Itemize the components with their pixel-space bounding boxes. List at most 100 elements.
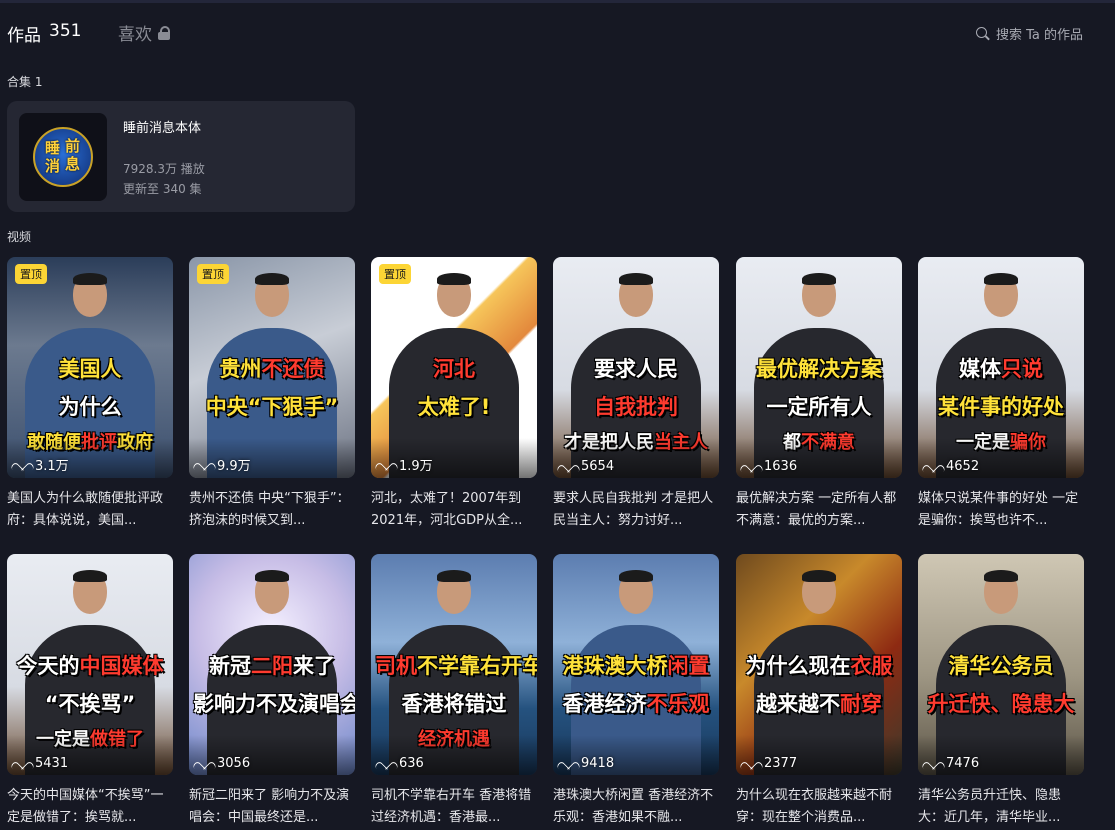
video-card[interactable]: 港珠澳大桥闲置 香港经济不乐观 9418 港珠澳大桥闲置 香港经济不乐观：香港如果不融… bbox=[553, 554, 719, 829]
like-count: 3056 bbox=[197, 756, 250, 771]
presenter bbox=[790, 570, 848, 642]
video-thumbnail[interactable]: 美国人为什么敢随便批评政府置顶3.1万 bbox=[7, 257, 173, 478]
like-count: 4652 bbox=[926, 459, 979, 474]
video-title[interactable]: 港珠澳大桥闲置 香港经济不乐观：香港如果不融... bbox=[553, 785, 719, 829]
thumbnail-caption: 港珠澳大桥闲置 bbox=[557, 654, 715, 678]
caption-segment: 衣服 bbox=[850, 654, 893, 678]
video-card[interactable]: 新冠二阳来了 影响力不及演唱会 3056 新冠二阳来了 影响力不及演唱会：中国最终还是… bbox=[189, 554, 355, 829]
video-title[interactable]: 河北，太难了！2007年到2021年，河北GDP从全... bbox=[371, 488, 537, 532]
caption-segment: 不学靠右开车 bbox=[417, 654, 537, 678]
video-thumbnail[interactable]: 要求人民自我批判才是把人民当主人5654 bbox=[553, 257, 719, 478]
thumbnail-caption: 清华公务员 bbox=[922, 654, 1080, 678]
video-title[interactable]: 今天的中国媒体“不挨骂”一定是做错了：挨骂就... bbox=[7, 785, 173, 829]
presenter bbox=[61, 570, 119, 642]
like-count-value: 4652 bbox=[946, 459, 980, 474]
like-count-value: 1636 bbox=[764, 459, 798, 474]
video-card[interactable]: 今天的中国媒体“不挨骂”一定是做错了5431 今天的中国媒体“不挨骂”一定是做错了… bbox=[7, 554, 173, 829]
video-thumbnail[interactable]: 媒体只说某件事的好处一定是骗你4652 bbox=[918, 257, 1084, 478]
caption-segment: 美国人 bbox=[58, 357, 122, 381]
video-title[interactable]: 贵州不还债 中央“下狠手”：挤泡沫的时候又到... bbox=[189, 488, 355, 532]
caption-segment: 新冠 bbox=[209, 654, 251, 678]
video-thumbnail[interactable]: 河北 太难了! 置顶 1.9万 bbox=[371, 257, 537, 478]
caption-segment: 一定所有人 bbox=[766, 395, 872, 419]
video-title[interactable]: 为什么现在衣服越来越不耐穿：现在整个消费品... bbox=[736, 785, 902, 829]
thumbnail-caption: 中央“下狠手” bbox=[193, 395, 351, 419]
caption-segment: 香港经济 bbox=[562, 692, 647, 716]
thumbnail-caption: 美国人 bbox=[11, 357, 169, 381]
video-card[interactable]: 最优解决方案一定所有人都不满意1636 最优解决方案 一定所有人都不满意：最优的方… bbox=[736, 257, 902, 532]
presenter bbox=[972, 273, 1030, 345]
video-title[interactable]: 清华公务员升迁快、隐患大：近几年，清华毕业... bbox=[918, 785, 1084, 829]
video-title[interactable]: 新冠二阳来了 影响力不及演唱会：中国最终还是... bbox=[189, 785, 355, 829]
caption-segment: “不挨骂” bbox=[44, 692, 136, 716]
videos-label: 视频 bbox=[7, 230, 32, 244]
tab-works[interactable]: 作品 351 bbox=[7, 21, 81, 46]
caption-segment: 太难了! bbox=[417, 395, 491, 419]
tab-likes-label: 喜欢 bbox=[118, 25, 152, 45]
like-count: 9.9万 bbox=[197, 455, 251, 474]
thumbnail-caption: 司机不学靠右开车 bbox=[375, 654, 537, 678]
video-thumbnail[interactable]: 今天的中国媒体“不挨骂”一定是做错了5431 bbox=[7, 554, 173, 775]
caption-segment: 为什么 bbox=[58, 395, 122, 419]
like-count-value: 5431 bbox=[35, 756, 69, 771]
heart-icon bbox=[15, 458, 29, 471]
video-card[interactable]: 清华公务员 升迁快、隐患大 7476 清华公务员升迁快、隐患大：近几年，清华毕业... bbox=[918, 554, 1084, 829]
like-count: 3.1万 bbox=[15, 455, 69, 474]
like-count: 636 bbox=[379, 756, 424, 771]
thumbnail-caption: 越来越不耐穿 bbox=[740, 692, 898, 716]
caption-segment: 升迁快、隐患大 bbox=[927, 692, 1075, 716]
pinned-badge: 置顶 bbox=[197, 264, 229, 284]
video-title[interactable]: 最优解决方案 一定所有人都不满意：最优的方案... bbox=[736, 488, 902, 532]
presenter bbox=[425, 570, 483, 642]
thumbnail-caption: 香港经济不乐观 bbox=[557, 692, 715, 716]
caption-segment: 司机 bbox=[375, 654, 417, 678]
video-thumbnail[interactable]: 清华公务员 升迁快、隐患大 7476 bbox=[918, 554, 1084, 775]
video-title[interactable]: 媒体只说某件事的好处 一定是骗你：挨骂也许不... bbox=[918, 488, 1084, 532]
like-count-value: 636 bbox=[399, 756, 424, 771]
video-card[interactable]: 为什么现在衣服 越来越不耐穿 2377 为什么现在衣服越来越不耐穿：现在整个消费品..… bbox=[736, 554, 902, 829]
video-thumbnail[interactable]: 司机不学靠右开车香港将错过经济机遇636 bbox=[371, 554, 537, 775]
video-card[interactable]: 贵州不还债中央“下狠手” 置顶 9.9万贵州不还债 中央“下狠手”：挤泡沫的时候又到… bbox=[189, 257, 355, 532]
thumbnail-caption: “不挨骂” bbox=[11, 692, 169, 716]
presenter bbox=[243, 273, 301, 345]
top-bar bbox=[0, 0, 1115, 3]
caption-segment: 河北 bbox=[433, 357, 475, 381]
video-thumbnail[interactable]: 港珠澳大桥闲置 香港经济不乐观 9418 bbox=[553, 554, 719, 775]
collection-title: 睡前消息本体 bbox=[123, 121, 202, 136]
video-thumbnail[interactable]: 新冠二阳来了 影响力不及演唱会 3056 bbox=[189, 554, 355, 775]
caption-segment: 最优解决方案 bbox=[756, 357, 882, 381]
video-title[interactable]: 美国人为什么敢随便批评政府：具体说说，美国... bbox=[7, 488, 173, 532]
thumbnail-caption: 为什么现在衣服 bbox=[740, 654, 898, 678]
caption-segment: 影响力不及演唱会 bbox=[193, 692, 355, 716]
video-card[interactable]: 司机不学靠右开车香港将错过经济机遇636 司机不学靠右开车 香港将错过经济机遇：香… bbox=[371, 554, 537, 829]
video-card[interactable]: 河北 太难了! 置顶 1.9万 河北，太难了！2007年到2021年，河北GDP从全..… bbox=[371, 257, 537, 532]
video-card[interactable]: 媒体只说某件事的好处一定是骗你4652 媒体只说某件事的好处 一定是骗你：挨骂也许… bbox=[918, 257, 1084, 532]
video-card[interactable]: 美国人为什么敢随便批评政府置顶3.1万美国人为什么敢随便批评政府：具体说说，美国… bbox=[7, 257, 173, 532]
thumbnail-caption: 贵州不还债 bbox=[193, 357, 351, 381]
search-works[interactable]: 搜索 Ta 的作品 bbox=[975, 24, 1083, 43]
caption-segment: 要求人民 bbox=[594, 357, 678, 381]
like-count: 2377 bbox=[744, 756, 797, 771]
profile-tabs: 作品 351 喜欢 bbox=[7, 20, 170, 46]
caption-segment: 港珠澳大桥 bbox=[562, 654, 668, 678]
video-title[interactable]: 司机不学靠右开车 香港将错过经济机遇：香港最... bbox=[371, 785, 537, 829]
thumbnail-caption: 最优解决方案 bbox=[740, 357, 898, 381]
collection-card[interactable]: 睡 前 消 息 睡前消息本体 7928.3万 播放 更新至 340 集 bbox=[7, 101, 355, 212]
like-count-value: 9.9万 bbox=[217, 459, 251, 474]
tab-likes[interactable]: 喜欢 bbox=[118, 20, 172, 45]
video-card[interactable]: 要求人民自我批判才是把人民当主人5654 要求人民自我批判 才是把人民当主人：努力… bbox=[553, 257, 719, 532]
lock-icon bbox=[158, 25, 172, 40]
thumbnail-caption: 太难了! bbox=[375, 395, 533, 419]
collection-plays: 7928.3万 播放 bbox=[123, 162, 205, 176]
heart-icon bbox=[744, 757, 758, 770]
like-count: 9418 bbox=[561, 756, 614, 771]
caption-segment: 二阳 bbox=[251, 654, 293, 678]
caption-segment: 不乐观 bbox=[646, 692, 710, 716]
caption-segment: 某件事的好处 bbox=[938, 395, 1064, 419]
like-count: 5431 bbox=[15, 756, 68, 771]
video-title[interactable]: 要求人民自我批判 才是把人民当主人：努力讨好... bbox=[553, 488, 719, 532]
video-thumbnail[interactable]: 最优解决方案一定所有人都不满意1636 bbox=[736, 257, 902, 478]
caption-segment: 耐穿 bbox=[840, 692, 882, 716]
video-thumbnail[interactable]: 为什么现在衣服 越来越不耐穿 2377 bbox=[736, 554, 902, 775]
video-thumbnail[interactable]: 贵州不还债中央“下狠手” 置顶 9.9万 bbox=[189, 257, 355, 478]
